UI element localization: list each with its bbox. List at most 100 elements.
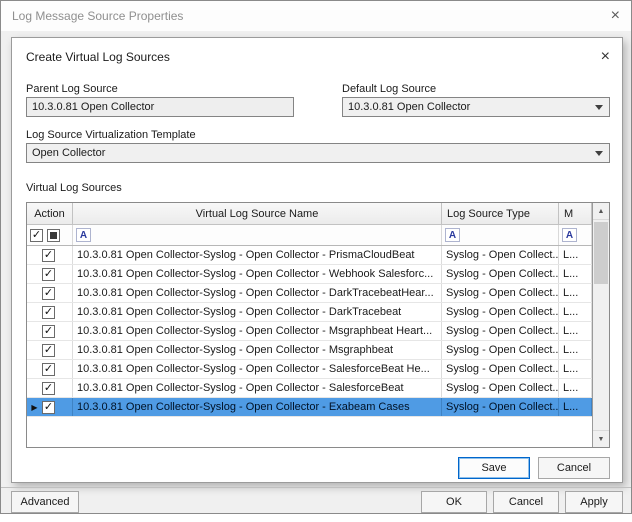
default-log-source-label: Default Log Source	[342, 83, 436, 95]
grid-row[interactable]: ✓ 10.3.0.81 Open Collector-Syslog - Open…	[27, 284, 609, 303]
cell-virtual-log-source-name: 10.3.0.81 Open Collector-Syslog - Open C…	[73, 379, 442, 397]
cell-log-source-type: Syslog - Open Collect...	[442, 284, 559, 302]
filter-cell-message: A	[559, 225, 592, 245]
scroll-down-icon[interactable]: ▼	[593, 430, 609, 447]
filter-cell-type: A	[442, 225, 559, 245]
name-filter-icon[interactable]: A	[76, 228, 91, 242]
cell-virtual-log-source-name: 10.3.0.81 Open Collector-Syslog - Open C…	[73, 341, 442, 359]
cell-message: L...	[559, 398, 592, 416]
window-close-icon[interactable]: ×	[611, 8, 620, 24]
cell-virtual-log-source-name: 10.3.0.81 Open Collector-Syslog - Open C…	[73, 303, 442, 321]
virtual-log-sources-label: Virtual Log Sources	[26, 182, 122, 194]
ok-button[interactable]: OK	[421, 491, 487, 513]
grid-row[interactable]: ✓ 10.3.0.81 Open Collector-Syslog - Open…	[27, 322, 609, 341]
grid-header-row: Action Virtual Log Source Name Log Sourc…	[27, 203, 609, 225]
filter-cell-name: A	[73, 225, 442, 245]
cell-log-source-type: Syslog - Open Collect...	[442, 303, 559, 321]
cell-virtual-log-source-name: 10.3.0.81 Open Collector-Syslog - Open C…	[73, 398, 442, 416]
grid-row[interactable]: ✓ 10.3.0.81 Open Collector-Syslog - Open…	[27, 303, 609, 322]
column-header-action[interactable]: Action	[27, 203, 73, 225]
check-all-checkbox-icon[interactable]: ✓	[30, 229, 43, 242]
virtualization-template-label: Log Source Virtualization Template	[26, 129, 196, 141]
parent-log-source-field[interactable]: 10.3.0.81 Open Collector	[26, 97, 294, 117]
cell-message: L...	[559, 284, 592, 302]
grid-row[interactable]: ✓ 10.3.0.81 Open Collector-Syslog - Open…	[27, 360, 609, 379]
cell-message: L...	[559, 379, 592, 397]
cell-virtual-log-source-name: 10.3.0.81 Open Collector-Syslog - Open C…	[73, 322, 442, 340]
grid-row[interactable]: ✓ 10.3.0.81 Open Collector-Syslog - Open…	[27, 379, 609, 398]
save-button[interactable]: Save	[458, 457, 530, 479]
uncheck-all-icon[interactable]	[47, 229, 60, 242]
window-titlebar[interactable]: Log Message Source Properties ×	[1, 1, 631, 31]
dialog-header: Create Virtual Log Sources ×	[26, 49, 610, 65]
row-checkbox[interactable]: ✓	[42, 306, 55, 319]
row-checkbox[interactable]: ✓	[42, 325, 55, 338]
scroll-up-icon[interactable]: ▲	[593, 203, 609, 220]
row-checkbox[interactable]: ✓	[42, 382, 55, 395]
column-header-virtual-log-source-name[interactable]: Virtual Log Source Name	[73, 203, 442, 225]
grid-row[interactable]: ✓ 10.3.0.81 Open Collector-Syslog - Open…	[27, 246, 609, 265]
cancel-button[interactable]: Cancel	[493, 491, 559, 513]
log-message-source-properties-window: Log Message Source Properties × Create V…	[0, 0, 632, 514]
chevron-down-icon[interactable]	[595, 105, 603, 110]
advanced-button[interactable]: Advanced	[11, 491, 79, 513]
cell-action: ✓	[27, 379, 73, 397]
row-checkbox[interactable]: ✓	[42, 344, 55, 357]
row-checkbox[interactable]: ✓	[42, 287, 55, 300]
window-title: Log Message Source Properties	[12, 9, 183, 23]
cell-action: ✓	[27, 246, 73, 264]
apply-button[interactable]: Apply	[565, 491, 623, 513]
dialog-close-icon[interactable]: ×	[601, 49, 610, 65]
parent-log-source-label: Parent Log Source	[26, 83, 118, 95]
column-header-message[interactable]: M	[559, 203, 592, 225]
row-checkbox[interactable]: ✓	[42, 401, 55, 414]
cell-log-source-type: Syslog - Open Collect...	[442, 341, 559, 359]
grid-filter-row: ✓ A A A	[27, 225, 609, 246]
cell-log-source-type: Syslog - Open Collect...	[442, 379, 559, 397]
cell-action: ✓	[27, 284, 73, 302]
footer-separator	[1, 487, 631, 488]
cell-action: ✓	[27, 303, 73, 321]
column-header-log-source-type[interactable]: Log Source Type	[442, 203, 559, 225]
cell-action: ✓	[27, 341, 73, 359]
cell-virtual-log-source-name: 10.3.0.81 Open Collector-Syslog - Open C…	[73, 284, 442, 302]
grid-rows: ✓ 10.3.0.81 Open Collector-Syslog - Open…	[27, 246, 609, 417]
create-virtual-log-sources-dialog: Create Virtual Log Sources × Parent Log …	[11, 37, 623, 483]
cell-message: L...	[559, 341, 592, 359]
cell-message: L...	[559, 246, 592, 264]
cell-message: L...	[559, 303, 592, 321]
grid-vertical-scrollbar[interactable]: ▲ ▼	[592, 203, 609, 447]
virtualization-template-value: Open Collector	[32, 147, 105, 159]
cell-message: L...	[559, 322, 592, 340]
cell-virtual-log-source-name: 10.3.0.81 Open Collector-Syslog - Open C…	[73, 246, 442, 264]
cell-action: ✓	[27, 322, 73, 340]
cell-log-source-type: Syslog - Open Collect...	[442, 265, 559, 283]
default-log-source-combobox[interactable]: 10.3.0.81 Open Collector	[342, 97, 610, 117]
scrollbar-thumb[interactable]	[594, 222, 608, 284]
type-filter-icon[interactable]: A	[445, 228, 460, 242]
cell-log-source-type: Syslog - Open Collect...	[442, 360, 559, 378]
row-checkbox[interactable]: ✓	[42, 268, 55, 281]
cell-action: ✓	[27, 360, 73, 378]
row-checkbox[interactable]: ✓	[42, 363, 55, 376]
dialog-cancel-button[interactable]: Cancel	[538, 457, 610, 479]
cell-action: ▶ ✓	[27, 398, 73, 416]
row-indicator-icon: ▶	[27, 403, 42, 412]
cell-log-source-type: Syslog - Open Collect...	[442, 246, 559, 264]
message-filter-icon[interactable]: A	[562, 228, 577, 242]
row-checkbox[interactable]: ✓	[42, 249, 55, 262]
filter-cell-action: ✓	[27, 225, 73, 245]
cell-log-source-type: Syslog - Open Collect...	[442, 322, 559, 340]
virtualization-template-combobox[interactable]: Open Collector	[26, 143, 610, 163]
cell-action: ✓	[27, 265, 73, 283]
dialog-title: Create Virtual Log Sources	[26, 50, 170, 64]
cell-message: L...	[559, 360, 592, 378]
grid-row[interactable]: ✓ 10.3.0.81 Open Collector-Syslog - Open…	[27, 265, 609, 284]
virtual-log-sources-grid: Action Virtual Log Source Name Log Sourc…	[26, 202, 610, 448]
grid-row[interactable]: ▶ ✓ 10.3.0.81 Open Collector-Syslog - Op…	[27, 398, 609, 417]
cell-message: L...	[559, 265, 592, 283]
chevron-down-icon[interactable]	[595, 151, 603, 156]
grid-row[interactable]: ✓ 10.3.0.81 Open Collector-Syslog - Open…	[27, 341, 609, 360]
default-log-source-value: 10.3.0.81 Open Collector	[348, 101, 470, 113]
cell-virtual-log-source-name: 10.3.0.81 Open Collector-Syslog - Open C…	[73, 265, 442, 283]
